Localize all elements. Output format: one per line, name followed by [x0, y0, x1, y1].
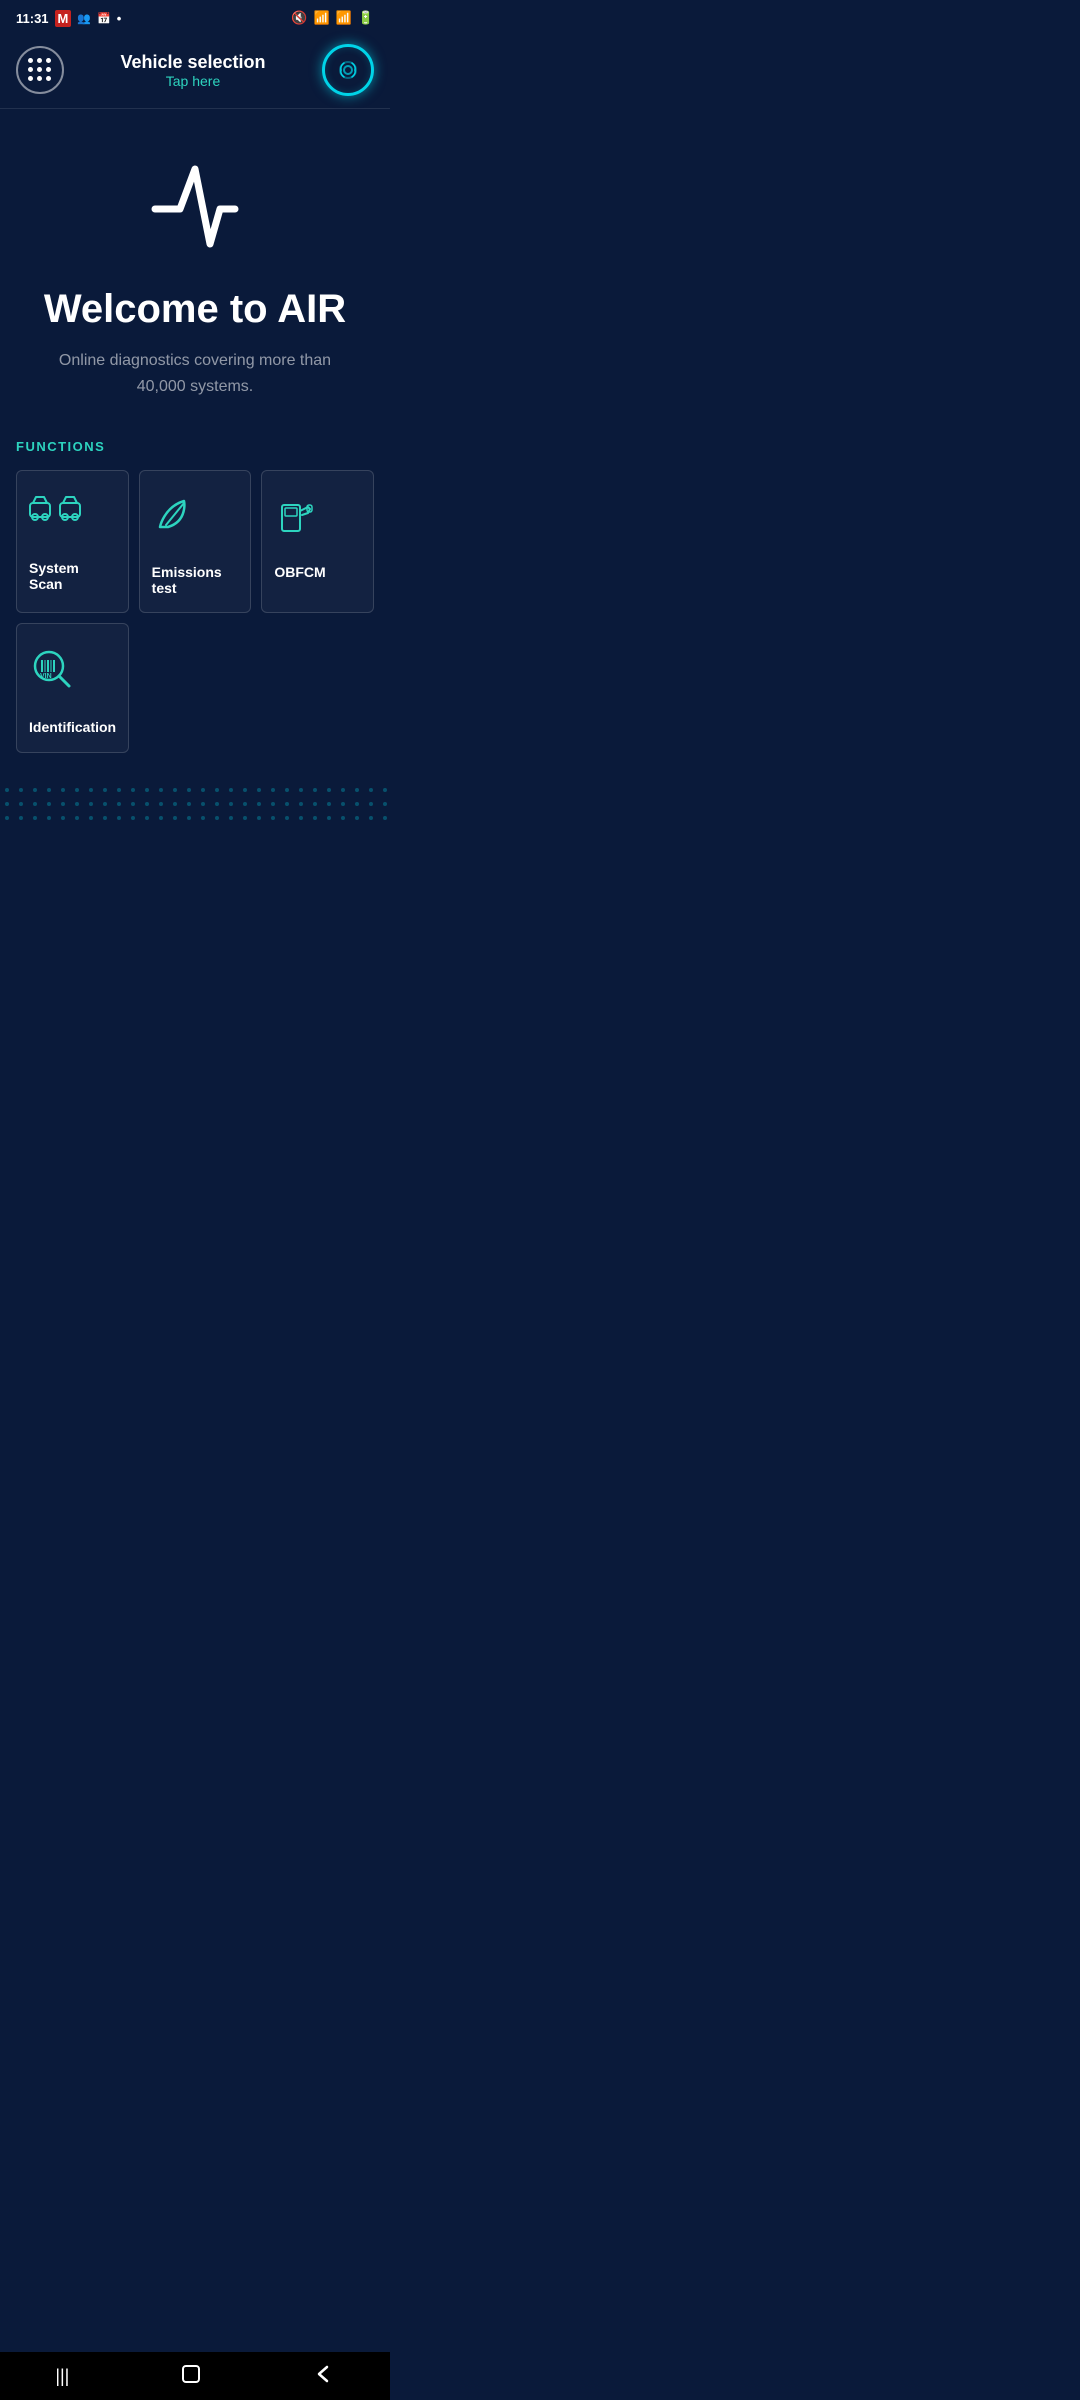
dot-pattern-decoration: [0, 783, 390, 823]
identification-card[interactable]: VIN Identification: [16, 623, 129, 753]
back-button[interactable]: [293, 2355, 355, 2398]
functions-grid-row2: VIN Identification: [16, 623, 374, 753]
wifi-icon: 📶: [313, 10, 329, 26]
welcome-title: Welcome to AIR: [44, 287, 346, 332]
back-icon: [313, 2363, 335, 2385]
svg-text:VIN: VIN: [40, 673, 52, 680]
obfcm-card[interactable]: OBFCM: [261, 470, 374, 613]
bottom-navigation: |||: [0, 2352, 390, 2400]
welcome-description: Online diagnostics covering more than 40…: [55, 348, 335, 399]
status-bar: 11:31 M 👥 📅 • 🔇 📶 📶 🔋: [0, 0, 390, 36]
leaf-icon: [152, 491, 196, 540]
grid-menu-button[interactable]: [16, 46, 64, 94]
vin-search-icon: VIN: [29, 644, 81, 695]
status-time-area: 11:31 M 👥 📅 •: [16, 10, 121, 27]
app-logo-icon: [145, 149, 245, 259]
header-center[interactable]: Vehicle selection Tap here: [120, 52, 265, 89]
emissions-test-label: Emissions test: [152, 564, 239, 596]
functions-label: FUNCTIONS: [16, 439, 374, 454]
calendar-icon: 📅: [97, 12, 111, 25]
grid-dots-icon: [28, 58, 52, 82]
emissions-test-card[interactable]: Emissions test: [139, 470, 252, 613]
app-header: Vehicle selection Tap here: [0, 36, 390, 109]
vehicle-selection-title: Vehicle selection: [120, 52, 265, 73]
identification-label: Identification: [29, 719, 116, 735]
notification-dot: •: [117, 11, 122, 26]
signal-wave-icon: [335, 57, 361, 83]
status-icons: 🔇 📶 📶 🔋: [291, 10, 374, 26]
system-scan-label: System Scan: [29, 560, 116, 592]
signal-bars-icon: 📶: [336, 10, 352, 26]
home-button[interactable]: [160, 2355, 222, 2398]
system-scan-card[interactable]: System Scan: [16, 470, 129, 613]
recent-apps-button[interactable]: |||: [35, 2358, 89, 2395]
battery-icon: 🔋: [358, 10, 374, 26]
car-scan-icon: [29, 491, 81, 536]
dots-svg: [0, 783, 390, 823]
time-display: 11:31: [16, 11, 49, 26]
home-icon: [180, 2363, 202, 2385]
hero-section: Welcome to AIR Online diagnostics coveri…: [0, 109, 390, 429]
functions-grid-row1: System Scan Emissions test: [16, 470, 374, 613]
teams-icon: 👥: [77, 12, 91, 25]
recent-apps-icon: |||: [55, 2366, 69, 2386]
functions-section: FUNCTIONS System Scan: [0, 429, 390, 773]
mute-icon: 🔇: [291, 10, 307, 26]
tap-here-label: Tap here: [120, 73, 265, 89]
obfcm-label: OBFCM: [274, 564, 325, 580]
gmail-icon: M: [55, 10, 72, 27]
fuel-pump-icon: [274, 491, 318, 540]
bluetooth-signal-button[interactable]: [322, 44, 374, 96]
